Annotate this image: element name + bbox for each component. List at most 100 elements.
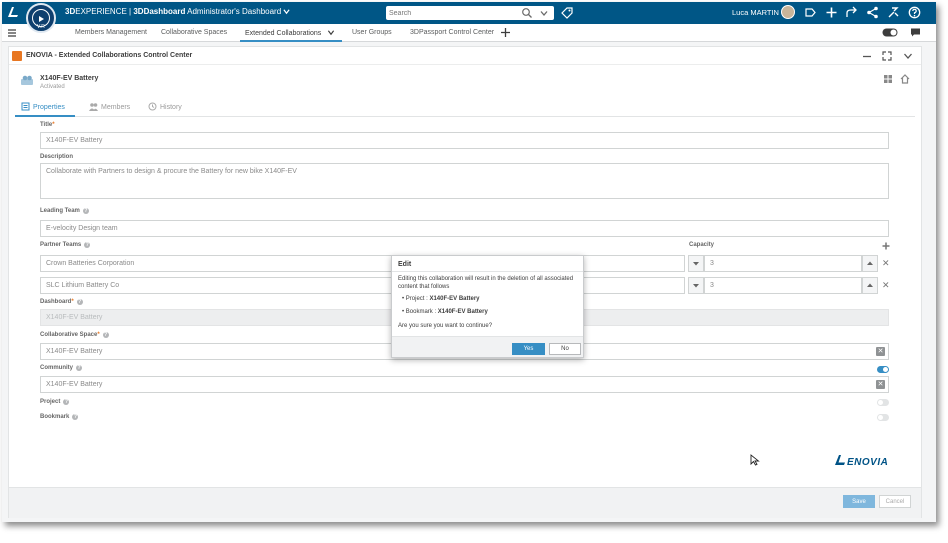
subtab-properties[interactable]: Properties	[21, 102, 65, 111]
toggle-knob	[878, 400, 883, 405]
leading-team-label: Leading Team?	[40, 208, 89, 214]
project-toggle[interactable]	[877, 399, 889, 406]
subtab-members[interactable]: Members	[89, 102, 130, 111]
cancel-button[interactable]: Cancel	[879, 495, 911, 508]
history-icon	[148, 102, 157, 111]
avatar[interactable]	[781, 5, 795, 19]
search-icon[interactable]	[521, 7, 533, 19]
project-label: Project?	[40, 399, 70, 405]
help-icon[interactable]	[908, 6, 921, 19]
capacity-decrease-button[interactable]	[688, 255, 704, 272]
clear-icon[interactable]: ✕	[876, 347, 885, 356]
label-text: Bookmark	[40, 414, 70, 420]
brand-dashboard: 3DDashboard	[133, 7, 186, 16]
dialog-item-bookmark: • Bookmark : X140F-EV Battery	[402, 309, 488, 315]
form-footer: Save Cancel	[9, 487, 921, 518]
no-button[interactable]: No	[549, 343, 581, 355]
bookmark-toggle[interactable]	[877, 414, 889, 421]
help-icon[interactable]: ?	[76, 299, 83, 305]
widget-title: ENOVIA - Extended Collaborations Control…	[26, 52, 193, 59]
arrow-icon[interactable]	[845, 6, 858, 19]
capacity-field[interactable]: 3	[704, 255, 862, 272]
app-title[interactable]: 3DEXPERIENCE | 3DDashboard Administrator…	[65, 7, 291, 16]
chevron-down-icon[interactable]	[283, 8, 291, 15]
dialog-item-project: • Project : X140F-EV Battery	[402, 296, 480, 302]
collaboration-object-icon	[21, 75, 33, 85]
help-icon[interactable]: ?	[72, 414, 79, 420]
help-icon[interactable]: ?	[63, 399, 70, 405]
share-icon[interactable]	[804, 6, 817, 19]
object-subtabs: Properties Members History	[15, 97, 915, 117]
description-label: Description	[40, 154, 74, 160]
title-field[interactable]: X140F-EV Battery	[40, 132, 889, 149]
grid-view-icon[interactable]	[883, 74, 893, 84]
tab-collaborative-spaces[interactable]: Collaborative Spaces	[161, 29, 227, 36]
tools-icon[interactable]	[887, 6, 900, 19]
clear-icon[interactable]: ✕	[876, 380, 885, 389]
dialog-title: Edit	[398, 261, 412, 268]
menu-icon[interactable]	[7, 28, 17, 38]
network-icon[interactable]	[866, 6, 879, 19]
save-button[interactable]: Save	[843, 495, 875, 508]
leading-team-field[interactable]: E-velocity Design team	[40, 220, 889, 237]
capacity-field[interactable]: 3	[704, 277, 862, 294]
help-icon[interactable]: ?	[102, 332, 109, 338]
item-value: X140F-EV Battery	[429, 296, 480, 302]
dashboard-label: Dashboard*?	[40, 299, 83, 305]
3ds-logo-icon[interactable]	[6, 6, 20, 22]
capacity-increase-button[interactable]	[862, 255, 878, 272]
chat-icon[interactable]	[910, 27, 921, 38]
help-icon[interactable]: ?	[82, 208, 89, 214]
bullet: •	[402, 309, 405, 315]
add-partner-icon[interactable]	[882, 242, 890, 250]
help-icon[interactable]: ?	[84, 242, 91, 248]
dashboard-name[interactable]: Administrator's Dashboard	[187, 7, 281, 16]
tab-label: Extended Collaborations	[245, 30, 322, 37]
tab-extended-collaborations[interactable]: Extended Collaborations	[245, 29, 335, 37]
tab-user-groups[interactable]: User Groups	[352, 29, 392, 36]
chevron-down-icon[interactable]	[902, 50, 914, 62]
community-toggle[interactable]	[877, 366, 889, 373]
yes-button[interactable]: Yes	[512, 343, 545, 355]
search-input[interactable]	[389, 8, 515, 18]
label-text: Leading Team	[40, 208, 80, 214]
tab-3dpassport-control-center[interactable]: 3DPassport Control Center	[410, 29, 494, 36]
capacity-increase-button[interactable]	[862, 277, 878, 294]
home-icon[interactable]	[900, 74, 910, 84]
chevron-down-icon[interactable]	[538, 7, 550, 19]
partner-team-field[interactable]: Crown Batteries Corporation	[40, 255, 685, 272]
toggle-view-icon[interactable]	[882, 27, 899, 38]
object-name: X140F-EV Battery	[40, 75, 99, 82]
3ds-logo-icon	[835, 455, 845, 465]
subtab-history[interactable]: History	[148, 102, 182, 111]
community-field[interactable]: X140F-EV Battery	[40, 376, 889, 393]
remove-icon[interactable]: ✕	[882, 280, 890, 291]
capacity-decrease-button[interactable]	[688, 277, 704, 294]
item-value: X140F-EV Battery	[437, 309, 488, 315]
enovia-app-icon	[12, 51, 22, 61]
user-name[interactable]: Luca MARTIN	[732, 8, 779, 17]
add-tab-icon[interactable]	[500, 27, 511, 38]
item-prefix: Project :	[405, 296, 430, 302]
required-mark: *	[71, 299, 74, 305]
mouse-cursor-icon	[750, 454, 760, 466]
expand-icon[interactable]	[881, 50, 893, 62]
community-label: Community?	[40, 365, 82, 371]
remove-icon[interactable]: ✕	[882, 258, 890, 269]
required-mark: *	[52, 122, 55, 128]
minimize-icon[interactable]	[861, 50, 873, 62]
partner-team-field[interactable]: SLC Lithium Battery Co	[40, 277, 685, 294]
dialog-footer: Yes No	[392, 336, 583, 357]
label-text: Project	[40, 399, 61, 405]
plus-icon[interactable]	[825, 6, 838, 19]
subtab-label: History	[160, 104, 182, 111]
chevron-down-icon[interactable]	[327, 29, 335, 36]
tab-members-management[interactable]: Members Management	[75, 29, 147, 36]
help-icon[interactable]: ?	[76, 365, 82, 371]
top-bar: V.R 3DEXPERIENCE | 3DDashboard Administr…	[2, 2, 936, 33]
label-text: Community	[40, 365, 73, 371]
description-field[interactable]: Collaborate with Partners to design & pr…	[40, 163, 889, 199]
subtab-label: Members	[101, 104, 131, 111]
tag-icon[interactable]	[561, 7, 573, 19]
compass-icon[interactable]: V.R	[26, 3, 56, 33]
